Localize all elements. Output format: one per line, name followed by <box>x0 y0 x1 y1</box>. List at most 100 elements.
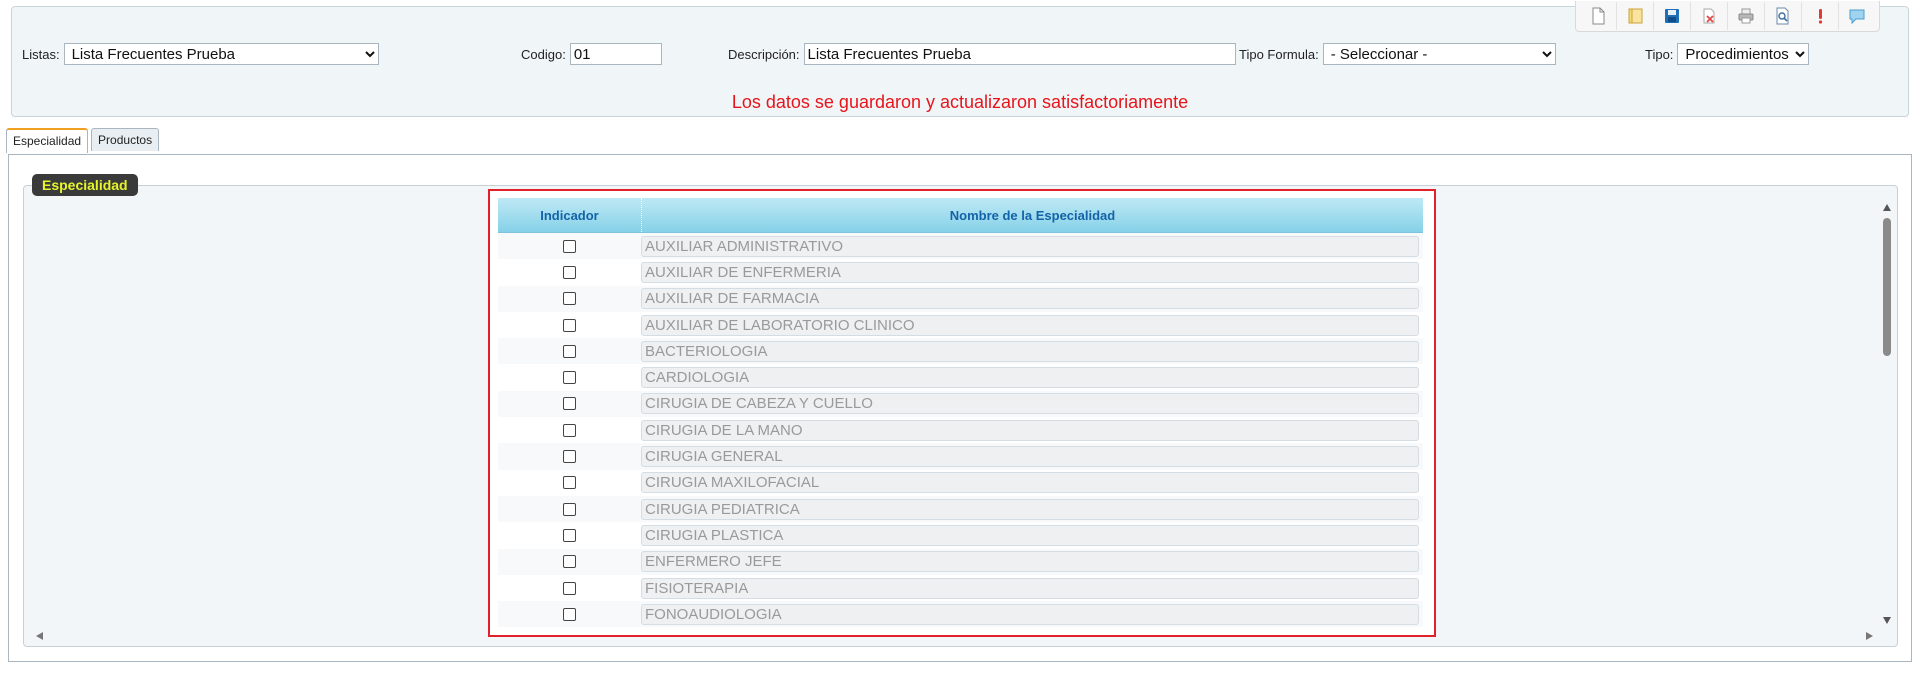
tab-productos[interactable]: Productos <box>91 128 160 151</box>
tipo-label: Tipo: <box>1645 46 1674 62</box>
indicador-cell <box>498 318 641 332</box>
vertical-scrollbar[interactable] <box>1877 200 1897 626</box>
indicador-checkbox[interactable] <box>563 528 576 542</box>
new-document-icon <box>1592 7 1605 25</box>
especialidad-name-field: CIRUGIA GENERAL <box>641 446 1419 468</box>
indicador-cell <box>498 555 641 569</box>
indicador-cell <box>498 581 641 595</box>
print-button[interactable] <box>1728 2 1765 30</box>
table-row: ENFERMERO JEFE <box>498 548 1423 575</box>
indicador-checkbox[interactable] <box>563 318 576 332</box>
nombre-cell: CIRUGIA PEDIATRICA <box>641 498 1423 520</box>
especialidad-name-field: BACTERIOLOGIA <box>641 340 1419 362</box>
tipo-field: Tipo: Procedimientos <box>1645 43 1810 65</box>
table-row: AUXILIAR ADMINISTRATIVO <box>498 233 1423 260</box>
save-button[interactable] <box>1654 2 1691 30</box>
column-header-indicador[interactable]: Indicador <box>498 198 641 232</box>
scroll-down-icon[interactable] <box>1883 617 1891 624</box>
alert-icon <box>1818 9 1823 24</box>
search-document-button[interactable] <box>1765 2 1802 30</box>
nombre-cell: CARDIOLOGIA <box>641 367 1423 389</box>
new-document-button[interactable] <box>1580 2 1617 30</box>
scroll-up-icon[interactable] <box>1883 204 1891 211</box>
indicador-cell <box>498 344 641 358</box>
especialidad-grid: Indicador Nombre de la Especialidad AUXI… <box>498 198 1423 628</box>
nombre-cell: CIRUGIA GENERAL <box>641 446 1423 468</box>
delete-icon <box>1703 8 1715 24</box>
especialidad-name-field: CIRUGIA DE CABEZA Y CUELLO <box>641 393 1419 415</box>
alert-button[interactable] <box>1802 2 1839 30</box>
tipo-formula-select[interactable]: - Seleccionar - <box>1322 43 1556 65</box>
table-row: FONOAUDIOLOGIA <box>498 601 1423 628</box>
column-header-nombre[interactable]: Nombre de la Especialidad <box>641 198 1423 232</box>
indicador-checkbox[interactable] <box>563 265 576 279</box>
scroll-right-icon[interactable] <box>1866 632 1873 640</box>
descripcion-input[interactable] <box>803 43 1236 65</box>
section-legend: Especialidad <box>32 174 138 196</box>
status-message: Los datos se guardaron y actualizaron sa… <box>731 92 1189 112</box>
codigo-label: Codigo: <box>521 46 566 62</box>
indicador-cell <box>498 397 641 411</box>
indicador-cell <box>498 502 641 516</box>
nombre-cell: CIRUGIA DE LA MANO <box>641 419 1423 441</box>
nombre-cell: CIRUGIA MAXILOFACIAL <box>641 472 1423 494</box>
nombre-cell: BACTERIOLOGIA <box>641 340 1423 362</box>
tab-bar: Especialidad Productos <box>6 128 160 153</box>
form-panel: Listas: Lista Frecuentes Prueba Codigo: … <box>11 1 1909 117</box>
especialidad-name-field: CIRUGIA PEDIATRICA <box>641 498 1419 520</box>
indicador-checkbox[interactable] <box>563 292 576 306</box>
nombre-cell: AUXILIAR ADMINISTRATIVO <box>641 235 1423 257</box>
descripcion-field: Descripción: <box>728 43 1236 65</box>
especialidad-fieldset: Especialidad Indicador Nombre de la Espe… <box>23 174 1898 647</box>
indicador-cell <box>498 528 641 542</box>
especialidad-table-container: Indicador Nombre de la Especialidad AUXI… <box>488 189 1436 637</box>
nombre-cell: AUXILIAR DE FARMACIA <box>641 288 1423 310</box>
search-document-icon <box>1776 7 1789 25</box>
indicador-checkbox[interactable] <box>563 450 576 464</box>
nombre-cell: AUXILIAR DE LABORATORIO CLINICO <box>641 314 1423 336</box>
scroll-left-icon[interactable] <box>36 632 43 640</box>
indicador-checkbox[interactable] <box>563 502 576 516</box>
indicador-cell <box>498 292 641 306</box>
open-folder-button[interactable] <box>1617 2 1654 30</box>
table-row: CIRUGIA MAXILOFACIAL <box>498 469 1423 496</box>
chat-icon <box>1849 9 1865 25</box>
especialidad-name-field: AUXILIAR DE FARMACIA <box>641 288 1419 310</box>
indicador-cell <box>498 450 641 464</box>
indicador-checkbox[interactable] <box>563 239 576 253</box>
especialidad-name-field: CIRUGIA PLASTICA <box>641 524 1419 546</box>
descripcion-label: Descripción: <box>728 46 800 62</box>
delete-button[interactable] <box>1691 2 1728 30</box>
indicador-checkbox[interactable] <box>563 476 576 490</box>
listas-select[interactable]: Lista Frecuentes Prueba <box>63 43 379 65</box>
table-row: CARDIOLOGIA <box>498 364 1423 391</box>
horizontal-scrollbar[interactable] <box>24 626 1879 646</box>
especialidad-name-field: FONOAUDIOLOGIA <box>641 603 1419 625</box>
tipo-formula-field: Tipo Formula: - Seleccionar - <box>1239 43 1556 65</box>
nombre-cell: CIRUGIA DE CABEZA Y CUELLO <box>641 393 1423 415</box>
indicador-checkbox[interactable] <box>563 397 576 411</box>
chat-button[interactable] <box>1839 2 1875 30</box>
codigo-input[interactable] <box>569 43 662 65</box>
table-row: CIRUGIA PEDIATRICA <box>498 495 1423 523</box>
indicador-checkbox[interactable] <box>563 581 576 595</box>
tipo-select[interactable]: Procedimientos <box>1677 43 1810 65</box>
indicador-cell <box>498 239 641 253</box>
indicador-cell <box>498 265 641 279</box>
indicador-checkbox[interactable] <box>563 344 576 358</box>
especialidad-name-field: AUXILIAR DE ENFERMERIA <box>641 261 1419 283</box>
indicador-checkbox[interactable] <box>563 555 576 569</box>
indicador-checkbox[interactable] <box>563 423 576 437</box>
indicador-checkbox[interactable] <box>563 371 576 385</box>
indicador-cell <box>498 371 641 385</box>
listas-field: Listas: Lista Frecuentes Prueba <box>22 43 379 65</box>
especialidad-name-field: CIRUGIA DE LA MANO <box>641 419 1419 441</box>
toolbar <box>1575 1 1880 32</box>
indicador-checkbox[interactable] <box>563 607 576 621</box>
table-row: CIRUGIA DE CABEZA Y CUELLO <box>498 390 1423 418</box>
tab-content-panel: Especialidad Indicador Nombre de la Espe… <box>8 154 1912 662</box>
tab-especialidad[interactable]: Especialidad <box>6 128 89 153</box>
table-row: AUXILIAR DE FARMACIA <box>498 285 1423 312</box>
table-row: AUXILIAR DE ENFERMERIA <box>498 259 1423 286</box>
scroll-thumb[interactable] <box>1883 218 1891 356</box>
